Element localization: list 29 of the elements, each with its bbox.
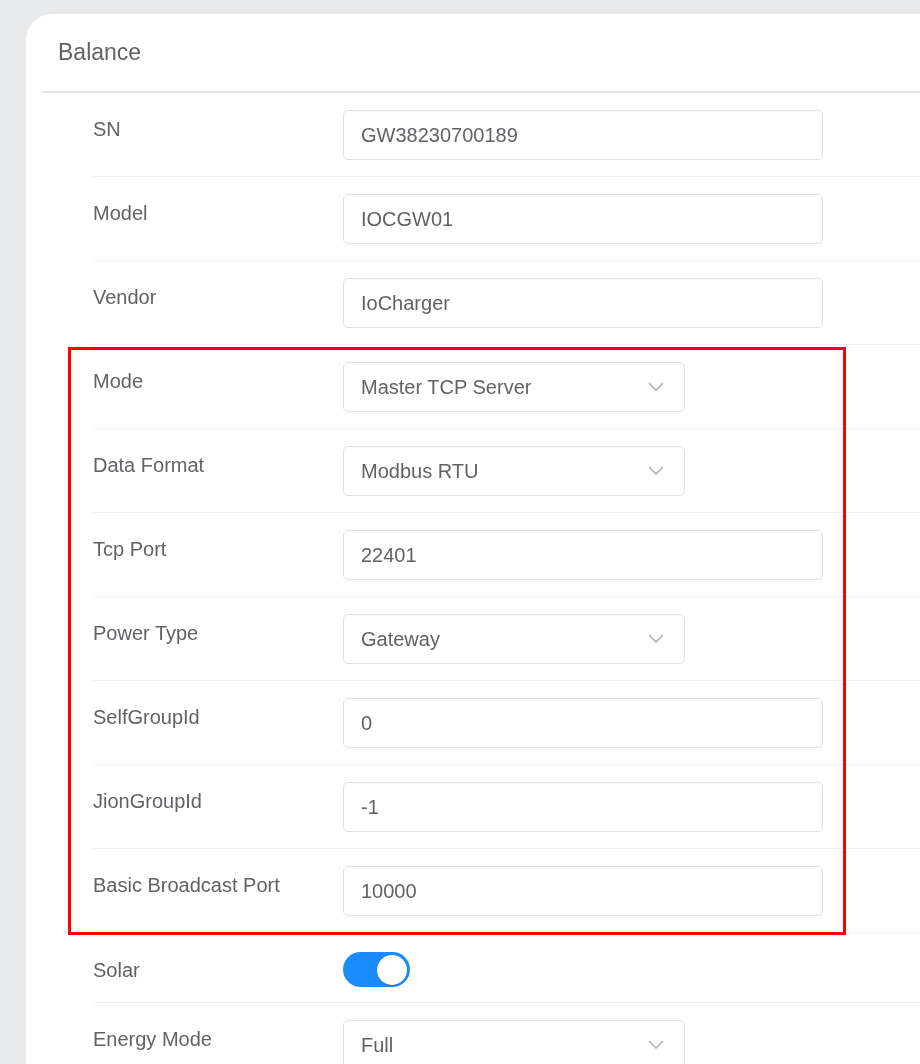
select-dropdown[interactable]: Modbus RTU <box>343 446 685 496</box>
text-field[interactable]: IOCGW01 <box>343 194 823 244</box>
select-dropdown[interactable]: Full <box>343 1020 685 1064</box>
field-label: Basic Broadcast Port <box>93 873 281 898</box>
field-label: Energy Mode <box>93 1027 213 1052</box>
chevron-down-icon <box>648 634 664 644</box>
field-label: Power Type <box>93 621 200 646</box>
field-label: JionGroupId <box>93 789 203 814</box>
field-label: SelfGroupId <box>93 705 201 730</box>
text-field[interactable]: GW38230700189 <box>343 110 823 160</box>
field-label: Mode <box>93 369 145 394</box>
text-field[interactable]: 0 <box>343 698 823 748</box>
toggle-switch[interactable] <box>343 952 410 987</box>
field-label: SN <box>93 117 122 142</box>
select-dropdown[interactable]: Gateway <box>343 614 685 664</box>
field-label: Solar <box>93 957 141 983</box>
select-dropdown[interactable]: Master TCP Server <box>343 362 685 412</box>
field-label: Data Format <box>93 453 206 478</box>
field-label: Vendor <box>93 285 158 310</box>
text-field[interactable]: -1 <box>343 782 823 832</box>
text-field[interactable]: 10000 <box>343 866 823 916</box>
field-label: Model <box>93 201 149 226</box>
chevron-down-icon <box>648 466 664 476</box>
chevron-down-icon <box>648 1040 664 1050</box>
chevron-down-icon <box>648 382 664 392</box>
card-title: Balance <box>58 38 142 68</box>
field-label: Tcp Port <box>93 537 168 562</box>
text-field[interactable]: IoCharger <box>343 278 823 328</box>
text-field[interactable]: 22401 <box>343 530 823 580</box>
